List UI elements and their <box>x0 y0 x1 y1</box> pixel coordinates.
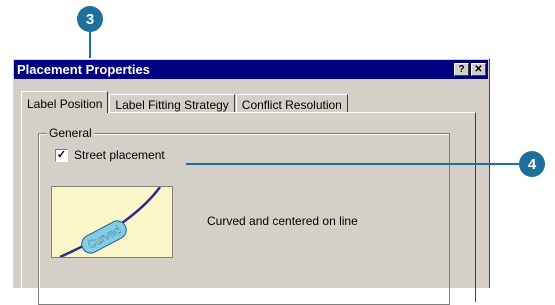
placement-properties-dialog: Placement Properties ? ✕ Label Position … <box>12 58 490 305</box>
callout-4-leader <box>186 163 520 165</box>
street-placement-label: Street placement <box>74 148 165 162</box>
general-group: General ✓ Street placement Curved Curved… <box>38 126 450 305</box>
street-placement-checkbox[interactable]: ✓ <box>55 148 68 162</box>
curved-preview-svg: Curved <box>59 186 162 259</box>
callout-4: 4 <box>519 151 545 177</box>
street-placement-row[interactable]: ✓ Street placement <box>55 148 165 162</box>
general-group-legend: General <box>47 126 94 140</box>
tab-label-fitting-strategy[interactable]: Label Fitting Strategy <box>109 94 235 113</box>
tab-label-position[interactable]: Label Position <box>21 91 109 113</box>
placement-description: Curved and centered on line <box>207 214 358 228</box>
title-bar: Placement Properties ? ✕ <box>14 60 488 79</box>
tab-panel: General ✓ Street placement Curved Curved… <box>21 112 476 305</box>
callout-3: 3 <box>77 6 103 32</box>
curved-preview-image: Curved <box>51 186 173 259</box>
tab-conflict-resolution[interactable]: Conflict Resolution <box>235 94 348 113</box>
window-title: Placement Properties <box>17 62 150 77</box>
tab-strip: Label Position Label Fitting Strategy Co… <box>21 91 349 113</box>
close-button[interactable]: ✕ <box>471 63 486 76</box>
help-button[interactable]: ? <box>454 63 469 76</box>
